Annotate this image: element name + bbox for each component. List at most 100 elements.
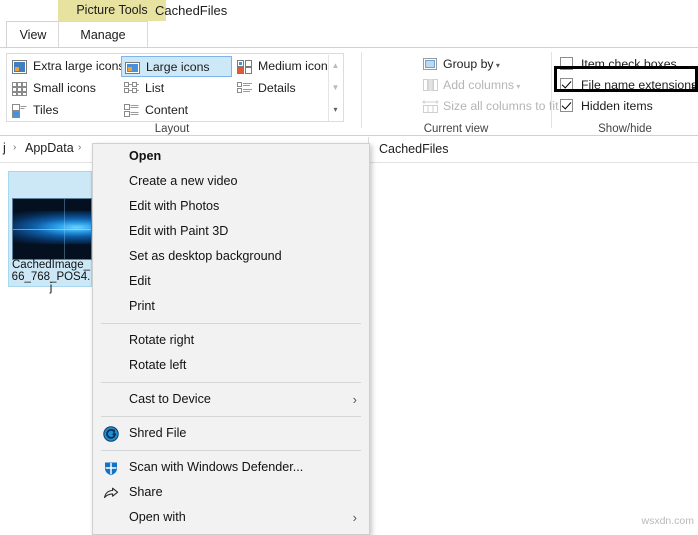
layout-list-label: List: [145, 81, 165, 95]
gallery-expand-button[interactable]: ▾: [329, 99, 342, 121]
thumbnail-vertical-line: [64, 199, 66, 259]
small-icons-icon: [12, 82, 27, 96]
breadcrumb-item-1[interactable]: AppData: [25, 136, 74, 160]
context-menu-item-edit-label: Edit: [129, 274, 151, 288]
ribbon-group-current-view: Sort by ▾ Group by ▾ Add columns ▾: [362, 48, 559, 136]
ribbon-group-show-hide-title: Show/hide: [598, 123, 652, 135]
watermark: wsxdn.com: [641, 515, 694, 527]
file-item-tile[interactable]: CachedImage_ 66_768_POS4.j: [8, 171, 92, 294]
layout-list[interactable]: List: [121, 78, 232, 99]
context-menu-item-edit-with-paint-3d-label: Edit with Paint 3D: [129, 224, 229, 238]
hidden-items-row[interactable]: Hidden items: [559, 96, 698, 117]
group-by-button[interactable]: Group by ▾: [420, 54, 540, 75]
list-icon: [124, 82, 139, 96]
context-menu-item-edit-with-photos[interactable]: Edit with Photos: [93, 194, 369, 219]
large-icons-icon: [125, 61, 140, 75]
size-all-columns-label: Size all columns to fit: [443, 99, 559, 113]
context-menu-item-edit-with-photos-label: Edit with Photos: [129, 199, 220, 213]
context-menu-item-edit[interactable]: Edit: [93, 269, 369, 294]
context-menu-item-scan-with-windows-defender-label: Scan with Windows Defender...: [129, 460, 304, 474]
layout-large-icons[interactable]: Large icons: [121, 56, 232, 77]
window-title: CachedFiles: [155, 3, 228, 18]
group-by-label: Group by: [443, 57, 494, 71]
context-menu-item-set-as-desktop-background[interactable]: Set as desktop background: [93, 244, 369, 269]
tab-view[interactable]: View: [6, 21, 60, 49]
context-menu-item-rotate-left-label: Rotate left: [129, 358, 187, 372]
context-menu-separator-4: [101, 450, 361, 451]
shred-icon: [103, 426, 119, 442]
layout-gallery-scrollbar[interactable]: ▲ ▼ ▾: [328, 55, 342, 121]
gallery-scroll-up-button[interactable]: ▲: [329, 55, 342, 77]
context-menu-item-edit-with-paint-3d[interactable]: Edit with Paint 3D: [93, 219, 369, 244]
layout-small-icons[interactable]: Small icons: [9, 78, 119, 99]
medium-icons-icon: [237, 60, 252, 74]
context-menu-item-open[interactable]: Open: [93, 144, 369, 169]
layout-gallery[interactable]: Extra large icons Large icons Medium ico…: [6, 53, 344, 122]
context-menu-item-open-with-label: Open with: [129, 510, 186, 524]
ribbon-group-show-hide: Item check boxes File name extensions Hi…: [552, 48, 698, 136]
context-menu-item-cast-to-device-label: Cast to Device: [129, 392, 211, 406]
context-menu-item-open-label: Open: [129, 149, 162, 163]
breadcrumb-separator-1: ›: [78, 142, 82, 153]
context-menu-item-cast-to-device[interactable]: Cast to Device ›: [93, 387, 369, 412]
file-context-menu[interactable]: Open Create a new video Edit with Photos…: [92, 143, 370, 535]
ribbon-tab-strip: Picture Tools CachedFiles View Manage: [0, 0, 698, 49]
ribbon-group-current-view-title: Current view: [423, 123, 489, 135]
breadcrumb-separator-0: ›: [13, 142, 17, 153]
context-menu-item-shred-file-label: Shred File: [129, 426, 187, 440]
context-menu-item-share[interactable]: Share: [93, 480, 369, 505]
context-menu-item-print[interactable]: Print: [93, 294, 369, 319]
layout-details[interactable]: Details: [234, 78, 339, 99]
file-name-line-1: CachedImage_: [12, 259, 90, 271]
tiles-icon: [12, 104, 27, 118]
layout-extra-large-icons-label: Extra large icons: [33, 59, 125, 73]
layout-medium-icons[interactable]: Medium icons: [234, 56, 339, 77]
tab-manage[interactable]: Manage: [58, 21, 148, 49]
context-menu-item-print-label: Print: [129, 299, 155, 313]
context-menu-item-open-with[interactable]: Open with ›: [93, 505, 369, 530]
layout-small-icons-label: Small icons: [33, 81, 96, 95]
hidden-items-checkbox[interactable]: [560, 99, 573, 112]
thumbnail-glow: [13, 211, 91, 244]
context-menu-item-scan-with-windows-defender[interactable]: Scan with Windows Defender...: [93, 455, 369, 480]
right-pane-title: CachedFiles: [379, 142, 449, 156]
context-menu-item-set-as-desktop-background-label: Set as desktop background: [129, 249, 282, 263]
layout-content[interactable]: Content: [121, 100, 232, 121]
context-menu-item-rotate-right-label: Rotate right: [129, 333, 195, 347]
group-by-icon: [422, 57, 439, 72]
layout-tiles-label: Tiles: [33, 103, 59, 117]
context-menu-item-shred-file[interactable]: Shred File: [93, 421, 369, 446]
context-menu-item-rotate-right[interactable]: Rotate right: [93, 328, 369, 353]
layout-tiles[interactable]: Tiles: [9, 100, 119, 121]
chevron-right-icon: ›: [352, 392, 357, 407]
add-columns-label: Add columns: [443, 78, 515, 92]
context-menu-item-rotate-left[interactable]: Rotate left: [93, 353, 369, 378]
context-menu-item-create-a-new-video[interactable]: Create a new video: [93, 169, 369, 194]
layout-extra-large-icons[interactable]: Extra large icons: [9, 56, 125, 77]
file-name-line-2: 66_768_POS4.j: [11, 270, 91, 294]
defender-shield-icon: [103, 460, 119, 476]
context-menu-separator-1: [101, 323, 361, 324]
ribbon-group-layout: Extra large icons Large icons Medium ico…: [0, 48, 360, 136]
size-all-columns-to-fit-button: Size all columns to fit: [420, 96, 560, 117]
context-menu-item-share-label: Share: [129, 485, 163, 499]
tab-view-label: View: [19, 28, 47, 42]
context-menu-item-create-a-new-video-label: Create a new video: [129, 174, 238, 188]
gallery-scroll-down-button[interactable]: ▼: [329, 77, 342, 99]
context-menu-separator-3: [101, 416, 361, 417]
ribbon-group-layout-title: Layout: [154, 123, 190, 135]
breadcrumb-item-0[interactable]: j: [3, 136, 6, 160]
tab-manage-label: Manage: [80, 28, 126, 42]
content-icon: [124, 104, 139, 118]
layout-details-label: Details: [258, 81, 296, 95]
picture-tools-context-label: Picture Tools: [58, 0, 166, 21]
layout-medium-icons-label: Medium icons: [258, 59, 334, 73]
hidden-items-label: Hidden items: [581, 99, 653, 113]
share-icon: [103, 485, 119, 501]
file-item-label: CachedImage_ 66_768_POS4.j: [11, 259, 91, 295]
size-all-columns-icon: [422, 99, 439, 114]
context-menu-separator-2: [101, 382, 361, 383]
chevron-right-icon: ›: [352, 510, 357, 525]
add-columns-button: Add columns ▾: [420, 75, 540, 96]
layout-content-label: Content: [145, 103, 189, 117]
